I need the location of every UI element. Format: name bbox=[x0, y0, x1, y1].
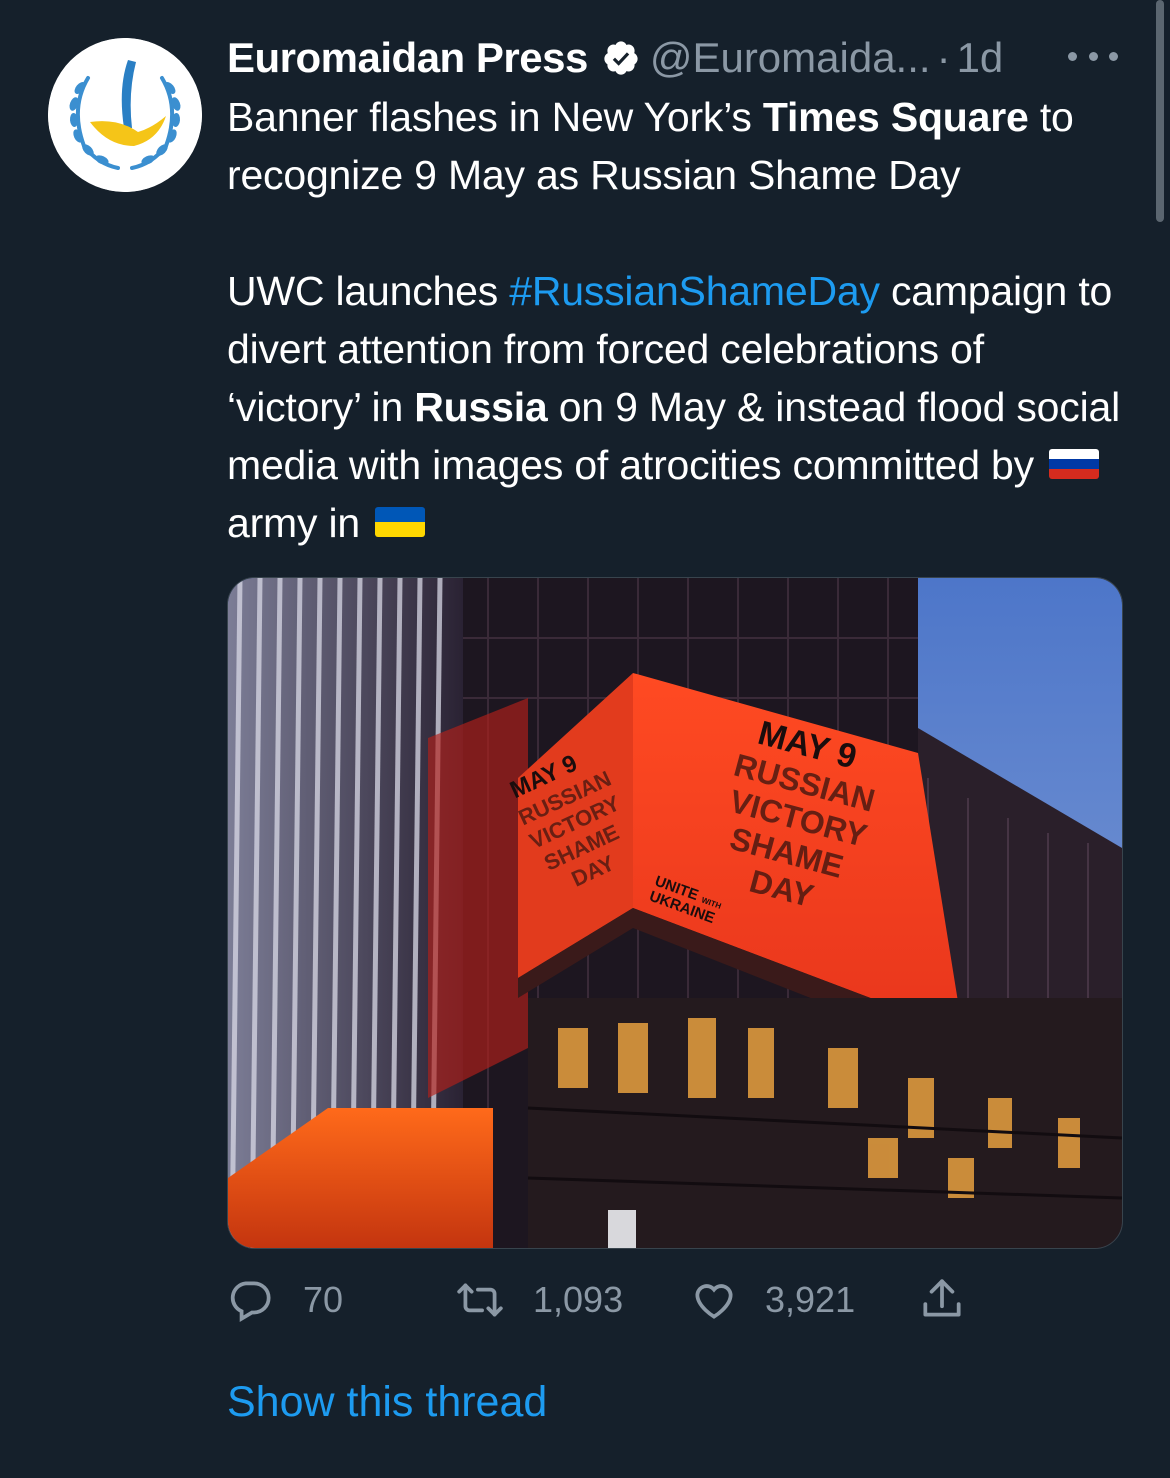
author-avatar[interactable] bbox=[48, 38, 202, 192]
tweet-paragraph-2: UWC launches #RussianShameDay campaign t… bbox=[227, 262, 1127, 552]
separator-dot: · bbox=[936, 34, 951, 81]
hashtag-link[interactable]: #RussianShameDay bbox=[509, 268, 880, 314]
tweet-actions: 70 1,093 3,921 bbox=[227, 1270, 987, 1330]
reply-button[interactable]: 70 bbox=[227, 1270, 343, 1330]
reply-count: 70 bbox=[303, 1279, 344, 1320]
tweet-text: Banner flashes in New York’s Times Squar… bbox=[227, 88, 1127, 552]
share-button[interactable] bbox=[917, 1270, 967, 1330]
verified-icon bbox=[602, 39, 640, 77]
retweet-button[interactable]: 1,093 bbox=[455, 1270, 623, 1330]
like-count: 3,921 bbox=[765, 1279, 856, 1320]
author-handle[interactable]: @Euromaida... bbox=[650, 34, 931, 82]
retweet-icon bbox=[457, 1283, 503, 1317]
author-name[interactable]: Euromaidan Press bbox=[227, 34, 588, 82]
tweet-header: Euromaidan Press @Euromaida... · 1d bbox=[227, 30, 1110, 86]
like-button[interactable]: 3,921 bbox=[689, 1270, 855, 1330]
tweet-paragraph-1: Banner flashes in New York’s Times Squar… bbox=[227, 88, 1127, 204]
like-icon bbox=[695, 1284, 733, 1319]
russia-flag-icon bbox=[1049, 449, 1100, 480]
text-segment: Banner flashes in New York’s bbox=[227, 94, 763, 140]
text-bold-times-square: Times Square bbox=[762, 94, 1029, 140]
more-icon[interactable] bbox=[1068, 38, 1118, 74]
reply-icon bbox=[230, 1281, 271, 1323]
times-square-billboard-photo: MAY 9 RUSSIAN VICTORY SHAME DAY UNITE WI… bbox=[228, 578, 1122, 1248]
scrollbar[interactable] bbox=[1156, 0, 1164, 222]
tweet-photo[interactable]: MAY 9 RUSSIAN VICTORY SHAME DAY UNITE WI… bbox=[227, 577, 1123, 1249]
share-icon bbox=[923, 1279, 961, 1317]
text-segment: UWC launches bbox=[227, 268, 510, 314]
text-bold-russia: Russia bbox=[414, 384, 548, 430]
tweet-timestamp[interactable]: 1d bbox=[957, 34, 1004, 82]
text-segment: army in bbox=[227, 500, 372, 546]
retweet-count: 1,093 bbox=[533, 1279, 624, 1320]
euromaidan-logo bbox=[48, 38, 202, 192]
ukraine-flag-icon bbox=[375, 507, 426, 538]
show-thread-link[interactable]: Show this thread bbox=[227, 1378, 547, 1427]
